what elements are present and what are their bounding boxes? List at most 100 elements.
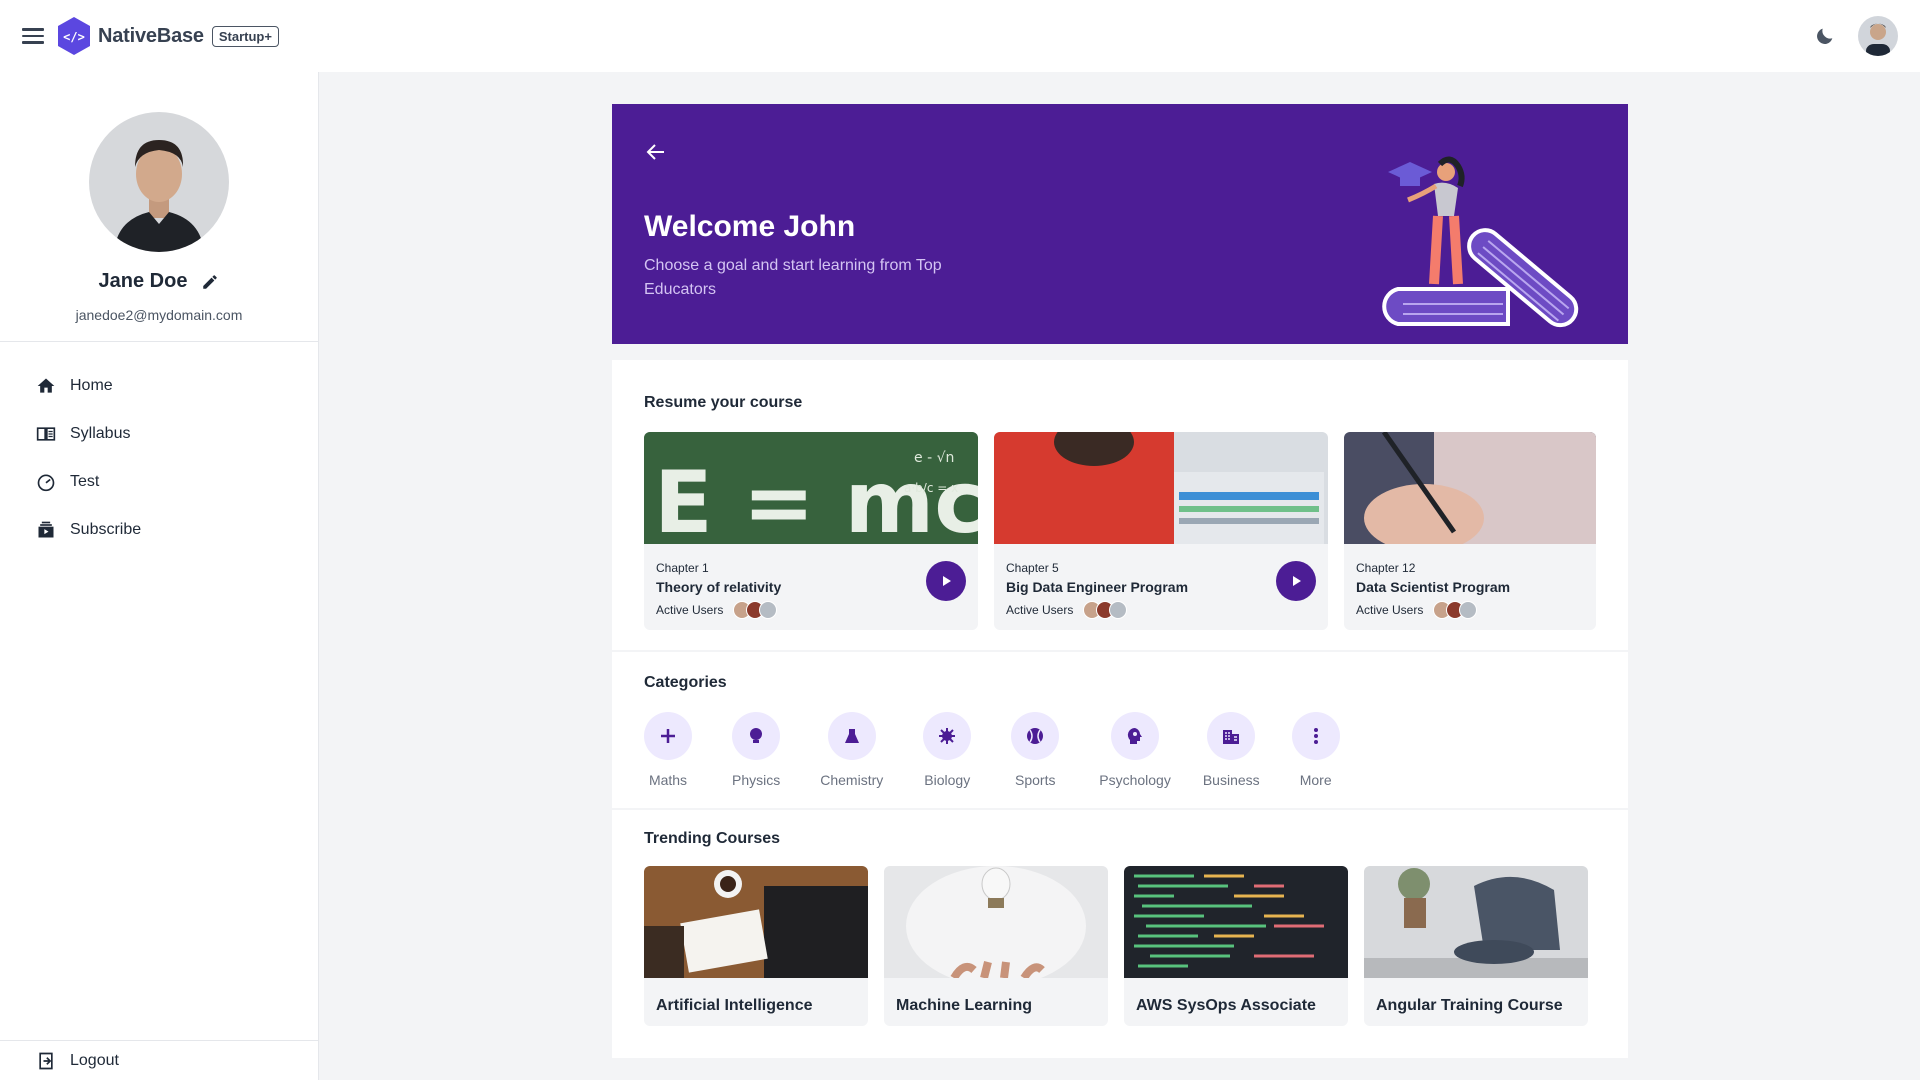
category-label: Sports	[1015, 772, 1056, 788]
category-label: Chemistry	[820, 772, 884, 788]
category-label: More	[1299, 772, 1332, 788]
avatar	[1109, 601, 1128, 619]
categories-section: Categories Maths Physics Chemistry Biolo…	[612, 652, 1628, 808]
profile-section: Jane Doe janedoe2@mydomain.com	[0, 72, 318, 342]
trending-course-card[interactable]: Angular Training Course	[1364, 866, 1588, 1026]
trending-courses-section: Trending Courses Artificial Intelligence…	[612, 810, 1628, 1058]
play-icon	[943, 576, 951, 586]
trending-course-label: Artificial Intelligence	[656, 997, 813, 1014]
building-icon	[1223, 730, 1240, 744]
home-icon	[37, 378, 55, 393]
category-label: Biology	[924, 772, 971, 788]
category-business[interactable]: Business	[1203, 712, 1260, 788]
nativebase-logo-icon: </>	[56, 16, 92, 56]
course-chapter: Chapter 1	[656, 561, 709, 575]
category-maths[interactable]: Maths	[644, 712, 692, 788]
hamburger-menu-icon[interactable]	[22, 25, 44, 47]
logout-button[interactable]: Logout	[0, 1040, 318, 1080]
category-physics[interactable]: Physics	[732, 712, 780, 788]
profile-name: Jane Doe	[98, 270, 188, 292]
category-label: Maths	[648, 772, 688, 788]
svg-text:</>: </>	[63, 30, 85, 44]
category-label: Psychology	[1099, 772, 1171, 788]
categories-title: Categories	[644, 674, 727, 691]
sidebar-nav: Home Syllabus Test Subscribe	[0, 342, 318, 554]
student-on-books-illustration	[1382, 156, 1579, 328]
lightbulb-icon	[750, 728, 763, 743]
trending-course-card[interactable]: Machine Learning	[884, 866, 1108, 1026]
sidebar-item-syllabus[interactable]: Syllabus	[0, 410, 318, 458]
sidebar-item-label: Subscribe	[70, 521, 142, 538]
logout-label: Logout	[70, 1051, 119, 1069]
trending-course-label: Angular Training Course	[1376, 997, 1563, 1014]
course-card[interactable]: Chapter 12 Data Scientist Program Active…	[1344, 432, 1596, 630]
category-label: Business	[1202, 772, 1260, 788]
top-header: </> NativeBase Startup+	[0, 0, 1920, 72]
active-users-label: Active Users	[656, 603, 724, 617]
user-avatar-small[interactable]	[1858, 16, 1898, 56]
sidebar-item-home[interactable]: Home	[0, 362, 318, 410]
category-more[interactable]: More	[1291, 712, 1340, 788]
category-psychology[interactable]: Psychology	[1099, 712, 1171, 788]
baseball-icon	[1027, 728, 1044, 744]
sidebar: Jane Doe janedoe2@mydomain.com Home Syll…	[0, 72, 319, 1080]
svg-text:E = mc: E = mc	[654, 453, 978, 544]
sidebar-item-label: Test	[70, 473, 100, 490]
back-arrow-icon[interactable]	[644, 140, 668, 164]
course-thumbnail-chalkboard: E = mc e - √n a·b/c = x	[644, 432, 978, 553]
course-thumbnail-laptop	[994, 432, 1328, 544]
course-title: Theory of relativity	[656, 579, 782, 595]
trending-course-card[interactable]: Artificial Intelligence	[644, 866, 868, 1026]
flask-icon	[844, 729, 859, 743]
svg-text:e - √n: e - √n	[914, 450, 954, 466]
course-title: Data Scientist Program	[1356, 579, 1511, 595]
resume-course-section: Resume your course E = mc e - √n a·b/c =…	[612, 360, 1628, 650]
welcome-banner: Welcome John Choose a goal and start lea…	[612, 104, 1628, 344]
play-icon	[1293, 576, 1301, 586]
sidebar-item-test[interactable]: Test	[0, 458, 318, 506]
sidebar-item-subscribe[interactable]: Subscribe	[0, 506, 318, 554]
category-chemistry[interactable]: Chemistry	[820, 712, 883, 788]
course-title: Big Data Engineer Program	[1006, 579, 1189, 595]
active-users-label: Active Users	[1356, 603, 1424, 617]
virus-icon	[939, 728, 956, 744]
more-vertical-icon	[1313, 728, 1318, 744]
trending-course-label: AWS SysOps Associate	[1136, 997, 1316, 1014]
course-chapter: Chapter 5	[1006, 561, 1059, 575]
avatar	[759, 601, 778, 619]
category-sports[interactable]: Sports	[1011, 712, 1060, 788]
category-biology[interactable]: Biology	[923, 712, 972, 788]
category-label: Physics	[732, 772, 781, 788]
dark-mode-moon-icon[interactable]	[1814, 25, 1836, 47]
plan-badge: Startup+	[211, 25, 279, 47]
avatar	[1459, 601, 1478, 619]
active-users-avatars	[1433, 601, 1478, 619]
course-chapter: Chapter 12	[1356, 561, 1416, 575]
course-thumbnail-writing	[1344, 432, 1596, 552]
edit-pencil-icon[interactable]	[201, 273, 219, 291]
plus-icon	[661, 729, 675, 743]
logout-icon	[39, 1052, 53, 1069]
trending-thumbnail-lightbulb	[884, 866, 1108, 986]
trending-thumbnail-chair	[1364, 866, 1588, 978]
trending-thumbnail-desk	[644, 866, 868, 978]
play-button[interactable]	[926, 561, 966, 601]
active-users-avatars	[1083, 601, 1128, 619]
course-card[interactable]: Chapter 5 Big Data Engineer Program Acti…	[994, 432, 1328, 630]
active-users-label: Active Users	[1006, 603, 1074, 617]
subscribe-icon	[38, 521, 54, 538]
play-button[interactable]	[1276, 561, 1316, 601]
sidebar-item-label: Syllabus	[70, 425, 131, 442]
trending-thumbnail-code	[1124, 866, 1348, 978]
trending-course-label: Machine Learning	[896, 997, 1033, 1014]
brain-icon	[1127, 727, 1143, 744]
active-users-avatars	[733, 601, 778, 619]
profile-avatar	[89, 112, 229, 252]
book-icon	[36, 427, 56, 441]
svg-text:a·b/c = x: a·b/c = x	[904, 481, 958, 495]
course-card[interactable]: E = mc e - √n a·b/c = x Chapter 1 Theory…	[644, 432, 978, 630]
welcome-subtitle: Choose a goal and start learning from To…	[644, 257, 942, 298]
sidebar-item-label: Home	[70, 377, 113, 394]
trending-course-card[interactable]: AWS SysOps Associate	[1124, 866, 1348, 1026]
welcome-title: Welcome John	[644, 210, 856, 243]
